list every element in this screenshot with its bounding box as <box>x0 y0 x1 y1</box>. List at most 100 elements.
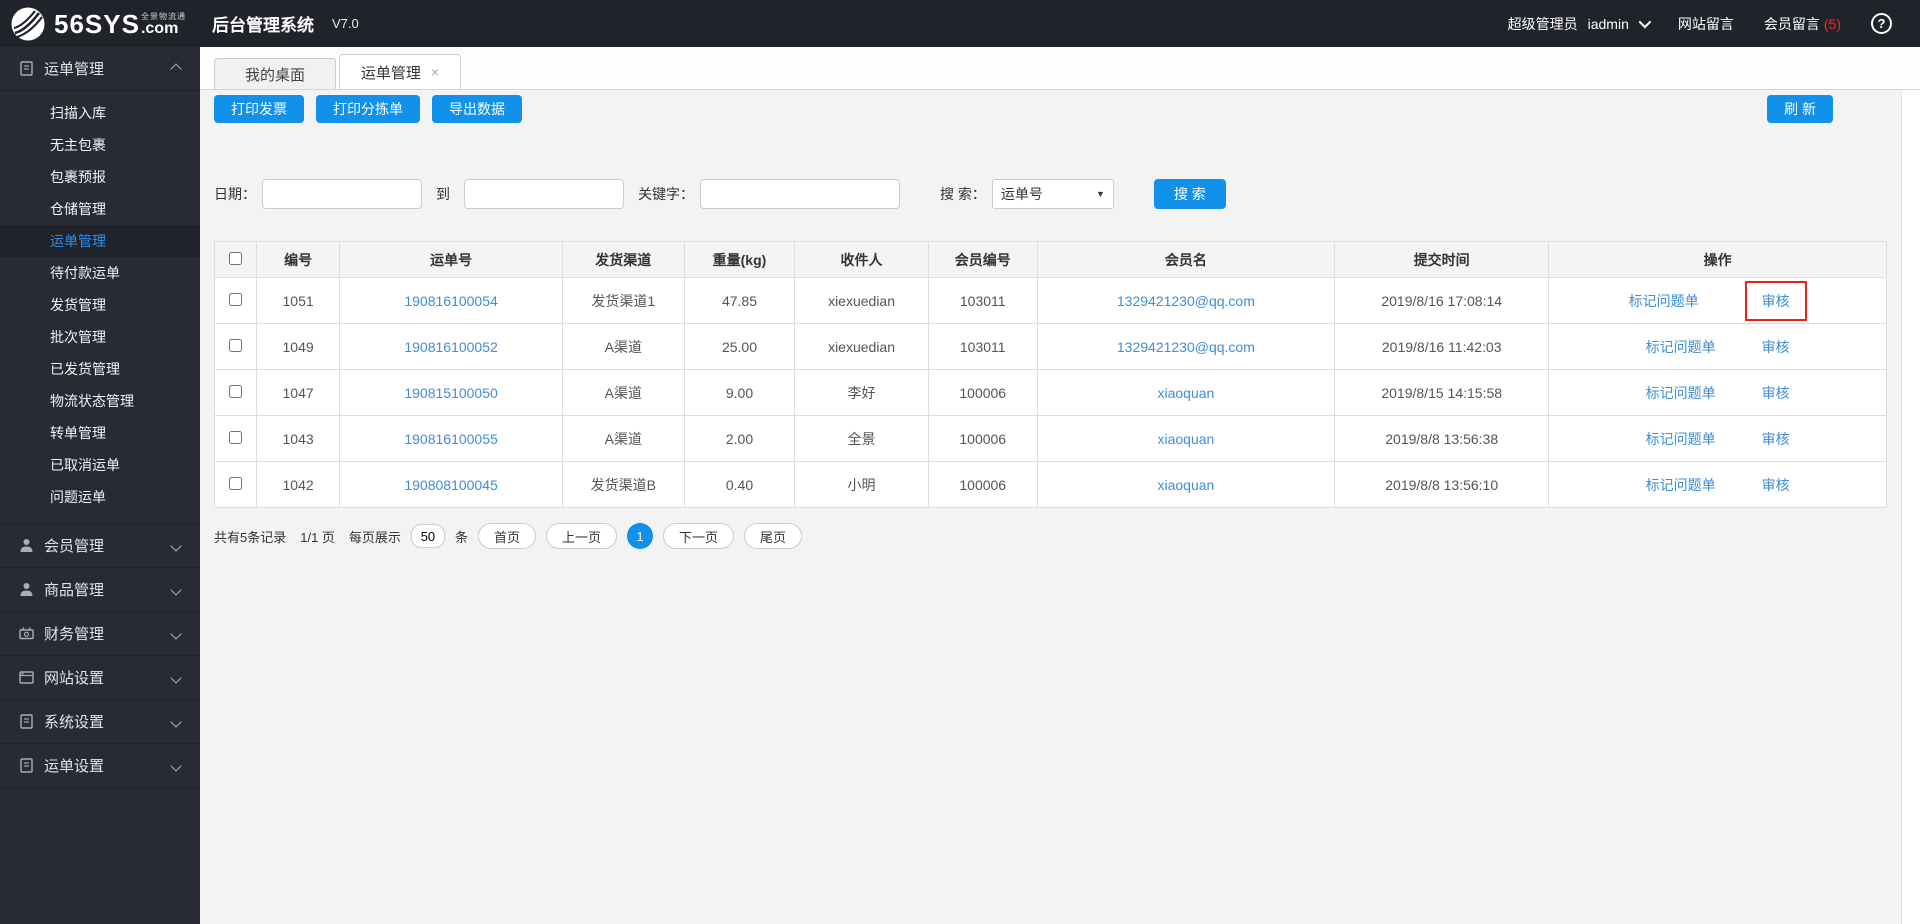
table-row: 1042 190808100045 发货渠道B 0.40 小明 100006 x… <box>214 461 1887 508</box>
mark-problem-link[interactable]: 标记问题单 <box>1629 291 1699 311</box>
user-role: 超级管理员 <box>1507 15 1578 32</box>
print-sorting-button[interactable]: 打印分拣单 <box>316 95 420 123</box>
sidebar-item-logistics-status[interactable]: 物流状态管理 <box>0 385 200 417</box>
toolbar: 打印发票 打印分拣单 导出数据 刷 新 <box>214 95 1887 123</box>
cell-id: 1047 <box>255 369 341 416</box>
member-name-link[interactable]: xiaoquan <box>1157 477 1214 493</box>
row-checkbox[interactable] <box>228 384 242 398</box>
waybill-link[interactable]: 190815100050 <box>404 385 497 401</box>
column-header-waybill-no: 运单号 <box>339 241 563 278</box>
logo-dotcom: .com <box>140 19 179 37</box>
tab-waybill-management[interactable]: 运单管理 × <box>339 54 461 89</box>
waybill-link[interactable]: 190816100054 <box>404 293 497 309</box>
member-name-link[interactable]: 1329421230@qq.com <box>1117 339 1255 355</box>
sidebar-section-waybill-settings[interactable]: 运单设置 <box>0 744 200 788</box>
chevron-down-icon <box>170 759 182 772</box>
search-by-label: 搜 索： <box>940 186 986 202</box>
page-size-input[interactable] <box>410 524 445 548</box>
topbar: 56SYS 全景物流通 .com 后台管理系统 V7.0 超级管理员 iadmi… <box>0 0 1920 47</box>
audit-highlight-box: 审核 <box>1744 280 1807 321</box>
member-name-link[interactable]: xiaoquan <box>1157 431 1214 447</box>
sidebar-section-label: 网站设置 <box>44 670 105 687</box>
current-page-button[interactable]: 1 <box>626 523 653 549</box>
waybill-table-wrap: 编号 运单号 发货渠道 重量(kg) 收件人 会员编号 会员名 提交时间 操作 <box>214 241 1887 508</box>
mark-problem-link[interactable]: 标记问题单 <box>1646 429 1716 449</box>
site-messages-link[interactable]: 网站留言 <box>1678 14 1734 34</box>
sidebar-item-cancelled-waybills[interactable]: 已取消运单 <box>0 449 200 481</box>
cell-submitted: 2019/8/16 17:08:14 <box>1334 277 1550 324</box>
date-from-input[interactable] <box>262 179 422 209</box>
cell-submitted: 2019/8/8 13:56:38 <box>1334 415 1550 462</box>
sidebar-item-pending-payment[interactable]: 待付款运单 <box>0 257 200 289</box>
row-checkbox[interactable] <box>228 338 242 352</box>
sidebar-section-system-settings[interactable]: 系统设置 <box>0 700 200 744</box>
audit-link[interactable]: 审核 <box>1762 293 1790 309</box>
waybill-link[interactable]: 190816100055 <box>404 431 497 447</box>
sidebar-section-waybill-management[interactable]: 运单管理 <box>0 47 200 91</box>
sidebar-section-website-settings[interactable]: 网站设置 <box>0 656 200 700</box>
sidebar-item-waybill-management[interactable]: 运单管理 <box>0 225 200 257</box>
cell-weight: 2.00 <box>683 415 796 462</box>
column-header-recipient: 收件人 <box>794 241 929 278</box>
column-header-channel: 发货渠道 <box>561 241 685 278</box>
per-page-label: 每页展示 <box>348 529 401 545</box>
audit-link[interactable]: 审核 <box>1762 337 1790 357</box>
tab-my-desktop[interactable]: 我的桌面 <box>214 58 336 89</box>
member-name-link[interactable]: 1329421230@qq.com <box>1117 293 1255 309</box>
sidebar-section-member-management[interactable]: 会员管理 <box>0 524 200 568</box>
cell-channel: A渠道 <box>561 369 685 416</box>
print-invoice-button[interactable]: 打印发票 <box>214 95 304 123</box>
mark-problem-link[interactable]: 标记问题单 <box>1646 475 1716 495</box>
audit-link[interactable]: 审核 <box>1762 475 1790 495</box>
help-icon[interactable]: ? <box>1871 13 1892 34</box>
waybill-link[interactable]: 190816100052 <box>404 339 497 355</box>
prev-page-button[interactable]: 上一页 <box>545 523 617 549</box>
cell-weight: 25.00 <box>683 323 796 370</box>
sidebar-item-warehouse-management[interactable]: 仓储管理 <box>0 193 200 225</box>
mark-problem-link[interactable]: 标记问题单 <box>1646 337 1716 357</box>
sidebar-section-finance-management[interactable]: 财务管理 <box>0 612 200 656</box>
column-header-actions: 操作 <box>1548 241 1887 278</box>
sidebar-item-problem-waybills[interactable]: 问题运单 <box>0 481 200 513</box>
sidebar-section-label: 运单管理 <box>44 61 105 78</box>
chevron-down-icon <box>170 671 182 684</box>
chevron-down-icon <box>170 627 182 640</box>
waybill-link[interactable]: 190808100045 <box>404 477 497 493</box>
user-menu[interactable]: 超级管理员 iadmin <box>1507 14 1652 34</box>
mark-problem-link[interactable]: 标记问题单 <box>1646 383 1716 403</box>
keyword-input[interactable] <box>700 179 900 209</box>
member-messages-link[interactable]: 会员留言 (5) <box>1764 14 1841 34</box>
refresh-button[interactable]: 刷 新 <box>1767 95 1833 123</box>
audit-link[interactable]: 审核 <box>1762 383 1790 403</box>
sidebar-item-transfer-management[interactable]: 转单管理 <box>0 417 200 449</box>
first-page-button[interactable]: 首页 <box>477 523 536 549</box>
sidebar-item-shipping-management[interactable]: 发货管理 <box>0 289 200 321</box>
close-icon[interactable]: × <box>431 65 439 79</box>
app-version: V7.0 <box>331 16 359 31</box>
sidebar-item-package-forecast[interactable]: 包裹预报 <box>0 161 200 193</box>
user-icon <box>20 583 33 596</box>
member-name-link[interactable]: xiaoquan <box>1157 385 1214 401</box>
select-all-checkbox[interactable] <box>228 251 242 265</box>
username: iadmin <box>1587 15 1629 32</box>
date-to-input[interactable] <box>464 179 624 209</box>
chevron-down-icon <box>170 583 182 596</box>
last-page-button[interactable]: 尾页 <box>744 523 803 549</box>
next-page-button[interactable]: 下一页 <box>662 523 734 549</box>
sidebar-item-scan-inbound[interactable]: 扫描入库 <box>0 97 200 129</box>
sidebar-section-product-management[interactable]: 商品管理 <box>0 568 200 612</box>
table-row: 1051 190816100054 发货渠道1 47.85 xiexuedian… <box>214 277 1887 324</box>
search-button[interactable]: 搜 索 <box>1153 179 1226 209</box>
audit-link[interactable]: 审核 <box>1762 429 1790 449</box>
column-header-id: 编号 <box>255 241 341 278</box>
row-checkbox[interactable] <box>228 292 242 306</box>
cell-id: 1043 <box>255 415 341 462</box>
export-data-button[interactable]: 导出数据 <box>432 95 522 123</box>
search-type-select[interactable]: 运单号 ▼ <box>991 179 1114 209</box>
sidebar-item-batch-management[interactable]: 批次管理 <box>0 321 200 353</box>
row-checkbox[interactable] <box>228 430 242 444</box>
row-checkbox[interactable] <box>228 476 242 490</box>
sidebar-item-unclaimed-packages[interactable]: 无主包裹 <box>0 129 200 161</box>
sidebar-item-shipped-management[interactable]: 已发货管理 <box>0 353 200 385</box>
chevron-up-icon <box>170 62 182 75</box>
